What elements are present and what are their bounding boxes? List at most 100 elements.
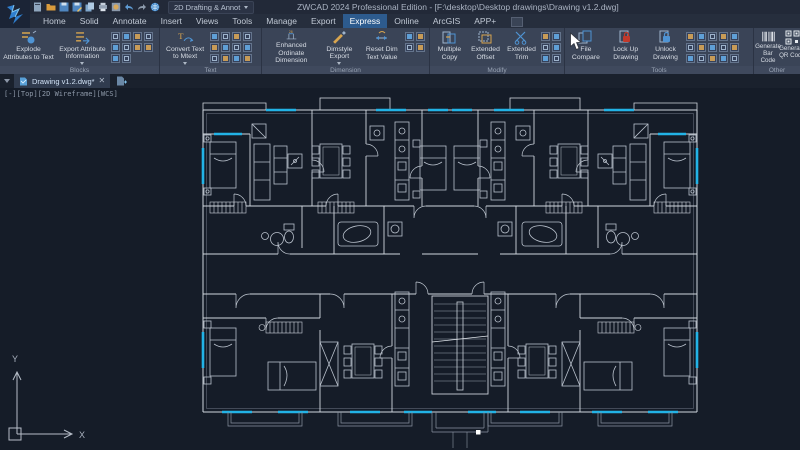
small-tool-icon[interactable]: [730, 32, 739, 41]
online-cloud-icon[interactable]: [150, 2, 160, 12]
tab-online[interactable]: Online: [387, 14, 426, 28]
close-icon[interactable]: ✕: [99, 77, 106, 85]
small-tool-icon[interactable]: [111, 43, 120, 52]
extended-trim-icon: [513, 30, 530, 45]
generate-qr-code-button[interactable]: Generate QR Code: [780, 29, 800, 66]
new-drawing-icon[interactable]: [116, 76, 127, 86]
small-tool-icon[interactable]: [405, 32, 414, 41]
undo-icon[interactable]: [124, 2, 134, 12]
reset-dim-text-button[interactable]: Reset Dim Text Value: [360, 29, 403, 66]
small-tool-icon[interactable]: [133, 32, 142, 41]
text-small-tools: [209, 29, 259, 64]
multiple-copy-icon: [441, 30, 458, 45]
small-tool-icon[interactable]: [541, 54, 550, 63]
unlock-drawing-button[interactable]: Unlock Drawing: [647, 29, 685, 66]
small-tool-icon[interactable]: [416, 43, 425, 52]
convert-text-button[interactable]: T Convert Text to Mtext: [162, 29, 208, 66]
mouse-cursor: [569, 32, 582, 51]
floor-plan-drawing[interactable]: [170, 96, 730, 450]
tab-list-dropdown-icon[interactable]: [4, 79, 10, 83]
tab-annotate[interactable]: Annotate: [106, 14, 154, 28]
small-tool-icon[interactable]: [243, 32, 252, 41]
tab-express[interactable]: Express: [343, 14, 388, 28]
small-tool-icon[interactable]: [243, 43, 252, 52]
tab-solid[interactable]: Solid: [73, 14, 106, 28]
drawing-tab-active[interactable]: Drawing v1.2.dwg* ✕: [14, 74, 110, 88]
lock-up-drawing-button[interactable]: Lock Up Drawing: [606, 29, 646, 66]
dimstyle-export-button[interactable]: Dimstyle Export: [320, 29, 360, 66]
explode-attributes-button[interactable]: Explode Attributes to Text: [2, 29, 55, 66]
small-tool-icon[interactable]: [697, 32, 706, 41]
small-tool-icon[interactable]: [541, 32, 550, 41]
small-tool-icon[interactable]: [719, 43, 728, 52]
small-tool-icon[interactable]: [221, 54, 230, 63]
new-doc-icon[interactable]: [33, 2, 43, 12]
small-tool-icon[interactable]: [122, 43, 131, 52]
export-attribute-info-button[interactable]: Export Attribute Information: [56, 29, 109, 66]
small-tool-icon[interactable]: [416, 32, 425, 41]
save-icon[interactable]: [59, 2, 69, 12]
tab-insert[interactable]: Insert: [154, 14, 189, 28]
print-icon[interactable]: [98, 2, 108, 12]
small-tool-icon[interactable]: [210, 54, 219, 63]
small-tool-icon[interactable]: [686, 43, 695, 52]
small-tool-icon[interactable]: [719, 32, 728, 41]
small-tool-icon[interactable]: [697, 43, 706, 52]
small-tool-icon[interactable]: [552, 32, 561, 41]
tab-arcgis[interactable]: ArcGIS: [426, 14, 467, 28]
small-tool-icon[interactable]: [232, 54, 241, 63]
plot-preview-icon[interactable]: [111, 2, 121, 12]
small-tool-icon[interactable]: [232, 43, 241, 52]
workspace-switcher[interactable]: 2D Drafting & Annot: [168, 1, 254, 14]
small-tool-icon[interactable]: [111, 54, 120, 63]
small-tool-icon[interactable]: [552, 54, 561, 63]
redo-icon[interactable]: [137, 2, 147, 12]
dimstyle-export-icon: [331, 30, 348, 45]
small-tool-icon[interactable]: [144, 32, 153, 41]
drawing-canvas[interactable]: [-][Top][2D Wireframe][WCS]: [0, 88, 800, 450]
selection-grip[interactable]: [476, 430, 481, 435]
tab-home[interactable]: Home: [36, 14, 73, 28]
enhanced-ordinate-dim-button[interactable]: 28 Enhanced Ordinate Dimension: [264, 29, 319, 66]
small-tool-icon[interactable]: [144, 43, 153, 52]
small-tool-icon[interactable]: [232, 32, 241, 41]
extended-offset-button[interactable]: Extended Offset: [468, 29, 503, 66]
small-tool-icon[interactable]: [133, 43, 142, 52]
save-as-icon[interactable]: [72, 2, 82, 12]
extended-trim-button[interactable]: Extended Trim: [504, 29, 539, 66]
small-tool-icon[interactable]: [405, 43, 414, 52]
tab-tools[interactable]: Tools: [225, 14, 259, 28]
copy-icon[interactable]: [85, 2, 95, 12]
tab-manage[interactable]: Manage: [259, 14, 304, 28]
panel-text: T Convert Text to Mtext Text: [160, 28, 262, 74]
small-tool-icon[interactable]: [719, 54, 728, 63]
small-tool-icon[interactable]: [552, 43, 561, 52]
small-tool-icon[interactable]: [111, 32, 120, 41]
small-tool-icon[interactable]: [708, 32, 717, 41]
small-tool-icon[interactable]: [708, 54, 717, 63]
small-tool-icon[interactable]: [122, 32, 131, 41]
viewport-controls[interactable]: [-][Top][2D Wireframe][WCS]: [4, 90, 118, 98]
tab-export[interactable]: Export: [304, 14, 343, 28]
small-tool-icon[interactable]: [686, 54, 695, 63]
small-tool-icon[interactable]: [730, 54, 739, 63]
small-tool-icon[interactable]: [210, 32, 219, 41]
small-tool-icon[interactable]: [221, 43, 230, 52]
multiple-copy-button[interactable]: Multiple Copy: [432, 29, 467, 66]
small-tool-icon[interactable]: [686, 32, 695, 41]
small-tool-icon[interactable]: [708, 43, 717, 52]
zwcad-logo: [0, 0, 30, 28]
small-tool-icon[interactable]: [541, 43, 550, 52]
small-tool-icon[interactable]: [221, 32, 230, 41]
generate-bar-code-button[interactable]: Generate Bar Code: [756, 29, 780, 66]
small-tool-icon[interactable]: [730, 43, 739, 52]
small-tool-icon[interactable]: [243, 54, 252, 63]
blocks-small-tools: [110, 29, 157, 64]
tab-app-plus[interactable]: APP+: [467, 14, 503, 28]
open-folder-icon[interactable]: [46, 2, 56, 12]
small-tool-icon[interactable]: [122, 54, 131, 63]
ribbon-options-icon[interactable]: [511, 17, 523, 27]
small-tool-icon[interactable]: [697, 54, 706, 63]
tab-views[interactable]: Views: [189, 14, 226, 28]
small-tool-icon[interactable]: [210, 43, 219, 52]
